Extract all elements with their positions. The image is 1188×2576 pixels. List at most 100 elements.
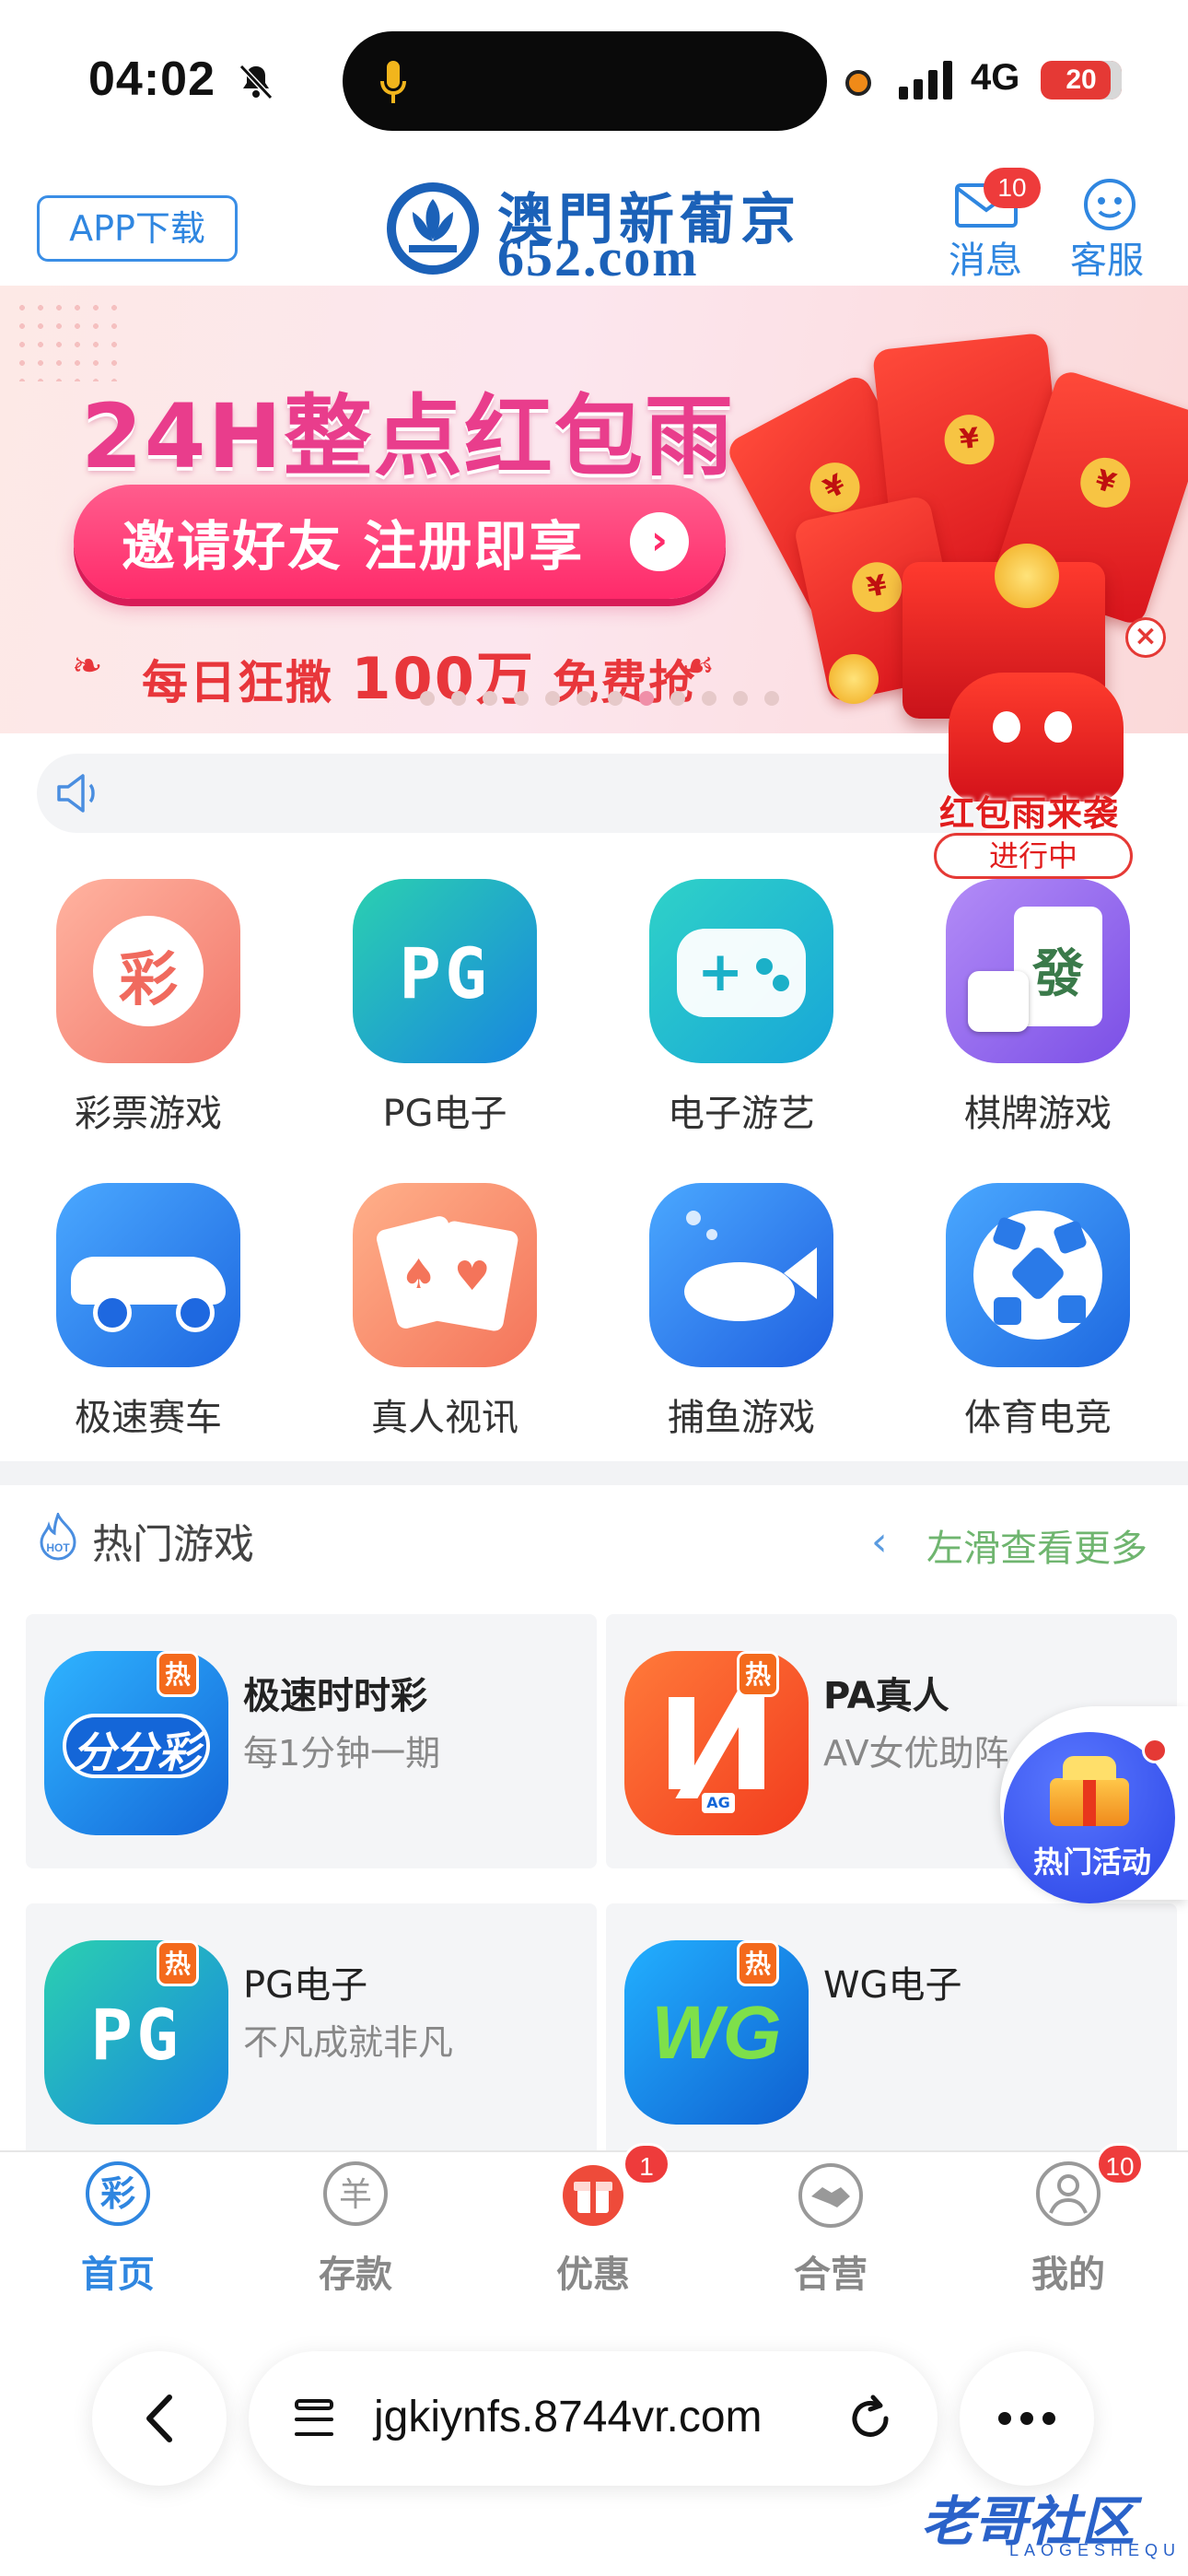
pagination-dot[interactable] — [514, 691, 529, 706]
pagination-dot[interactable] — [451, 691, 466, 706]
category-label: 电子游艺 — [668, 1093, 815, 1135]
soccer-ball-icon — [946, 1183, 1130, 1367]
messages-label[interactable]: 消息 — [949, 230, 1022, 284]
customer-service-icon[interactable] — [1079, 177, 1140, 232]
status-time: 04:02 — [88, 53, 215, 106]
handshake-icon — [798, 2163, 863, 2228]
tab-label: 合营 — [794, 2254, 868, 2296]
hot-flame-icon: HOT — [40, 1513, 76, 1561]
category-label: 真人视讯 — [371, 1397, 518, 1439]
category-racing[interactable]: 极速赛车 — [52, 1183, 245, 1441]
fenfencai-icon: 分分彩 — [44, 1651, 228, 1835]
reload-icon[interactable] — [845, 2394, 895, 2443]
car-icon — [56, 1183, 240, 1367]
app-download-button[interactable]: APP下载 — [37, 195, 238, 262]
tab-partner[interactable]: 合营 — [757, 2160, 904, 2298]
gold-coin-icon — [829, 654, 879, 704]
logo-domain: 652.com — [497, 228, 699, 287]
fish-icon — [649, 1183, 833, 1367]
service-label[interactable]: 客服 — [1070, 230, 1144, 284]
hot-badge: 热 — [737, 1940, 779, 1986]
chevron-left-icon — [146, 2395, 172, 2442]
game-card[interactable]: PG 热 PG电子 不凡成就非凡 — [26, 1903, 597, 2158]
network-type: 4G — [971, 57, 1020, 98]
url-text[interactable]: jgkiynfs.8744vr.com — [374, 2392, 763, 2442]
watermark-sub: LAOGESHEQU — [1009, 2541, 1182, 2559]
back-button[interactable] — [92, 2351, 227, 2486]
game-card[interactable]: WG 热 WG电子 — [606, 1903, 1177, 2158]
notice-bar[interactable] — [37, 754, 1013, 833]
pagination-dot[interactable] — [577, 691, 591, 706]
mascot-eye-icon — [1044, 711, 1072, 743]
game-subtitle: AV女优助阵 — [823, 1733, 1009, 1774]
svg-text:HOT: HOT — [46, 1541, 70, 1554]
pagination-dot[interactable] — [483, 691, 497, 706]
home-lottery-icon: 彩 — [86, 2161, 150, 2226]
category-pg[interactable]: PG PG电子 — [348, 879, 542, 1137]
category-sports[interactable]: 体育电竞 — [941, 1183, 1135, 1441]
game-icon-text: 分分彩 — [73, 1727, 200, 1777]
category-label: 极速赛车 — [75, 1397, 222, 1439]
promotions-badge: 1 — [623, 2143, 670, 2185]
game-subtitle: 不凡成就非凡 — [243, 2022, 454, 2063]
lottery-icon: 彩 — [56, 879, 240, 1063]
red-packet-title[interactable]: 红包雨来袭 — [939, 785, 1119, 836]
pagination-dot[interactable] — [639, 691, 654, 706]
category-label: 彩票游戏 — [75, 1093, 222, 1135]
logo-icon[interactable] — [385, 181, 481, 276]
tab-deposit[interactable]: 羊 存款 — [282, 2160, 429, 2298]
chevron-left-icon[interactable]: ‹ — [871, 1518, 888, 1565]
section-divider — [0, 1461, 1188, 1485]
tab-label: 存款 — [319, 2254, 392, 2296]
pagination-dot[interactable] — [608, 691, 623, 706]
pagination-dot[interactable] — [702, 691, 716, 706]
microphone-icon — [380, 61, 406, 103]
game-icon-text: AG — [702, 1793, 735, 1813]
pagination-dot[interactable] — [733, 691, 748, 706]
banner-title: 24H整点红包雨 — [81, 385, 735, 488]
category-label: 捕鱼游戏 — [668, 1397, 815, 1439]
game-card[interactable]: 分分彩 热 极速时时彩 每1分钟一期 — [26, 1614, 597, 1868]
page-settings-icon[interactable] — [291, 2395, 337, 2441]
red-packet-mascot[interactable] — [949, 673, 1124, 802]
game-icon-text: WG — [651, 1991, 782, 2075]
ag-icon: AG — [624, 1651, 809, 1835]
category-lottery[interactable]: 彩 彩票游戏 — [52, 879, 245, 1137]
more-horizontal-icon — [998, 2412, 1055, 2425]
pg-icon: PG — [44, 1940, 228, 2125]
pagination-dot[interactable] — [545, 691, 560, 706]
game-title: PA真人 — [823, 1675, 949, 1717]
swipe-more-link[interactable]: 左滑查看更多 — [926, 1518, 1147, 1572]
deposit-icon: 羊 — [323, 2161, 388, 2226]
category-label: 棋牌游戏 — [964, 1093, 1112, 1135]
speaker-icon — [57, 774, 95, 813]
bell-slash-icon — [239, 64, 274, 100]
close-icon[interactable]: × — [1125, 617, 1166, 658]
tab-home[interactable]: 彩 首页 — [44, 2160, 192, 2298]
signal-icon — [899, 61, 952, 100]
mahjong-icon: 發 — [946, 879, 1130, 1063]
gift-icon — [1050, 1756, 1129, 1826]
battery-icon: 20 — [1041, 61, 1122, 100]
category-chess-cards[interactable]: 發 棋牌游戏 — [941, 879, 1135, 1137]
recording-dot-icon — [845, 70, 871, 96]
game-title: WG电子 — [823, 1964, 962, 2007]
category-electronic[interactable]: + 电子游艺 — [645, 879, 838, 1137]
category-fishing[interactable]: 捕鱼游戏 — [645, 1183, 838, 1441]
ornament-right-icon: ☙ — [681, 645, 715, 687]
promo-banner[interactable]: 24H整点红包雨 邀请好友 注册即享 › ❧ 每日狂撒 100万 免费抢 ☙ ¥… — [0, 286, 1188, 733]
red-packet-status[interactable]: 进行中 — [934, 833, 1133, 879]
mascot-eye-icon — [993, 711, 1020, 743]
tab-label: 首页 — [81, 2254, 155, 2296]
pagination-dot[interactable] — [670, 691, 685, 706]
banner-pagination[interactable] — [420, 691, 796, 709]
pagination-dot[interactable] — [764, 691, 779, 706]
gold-coin-icon — [995, 544, 1059, 608]
ornament-left-icon: ❧ — [72, 645, 103, 687]
category-live[interactable]: ♠ ♥ 真人视讯 — [348, 1183, 542, 1441]
game-title: PG电子 — [243, 1964, 368, 2007]
category-label: 体育电竞 — [964, 1397, 1112, 1439]
more-options-button[interactable] — [960, 2351, 1094, 2486]
pagination-dot[interactable] — [420, 691, 435, 706]
gift-icon — [563, 2165, 623, 2226]
